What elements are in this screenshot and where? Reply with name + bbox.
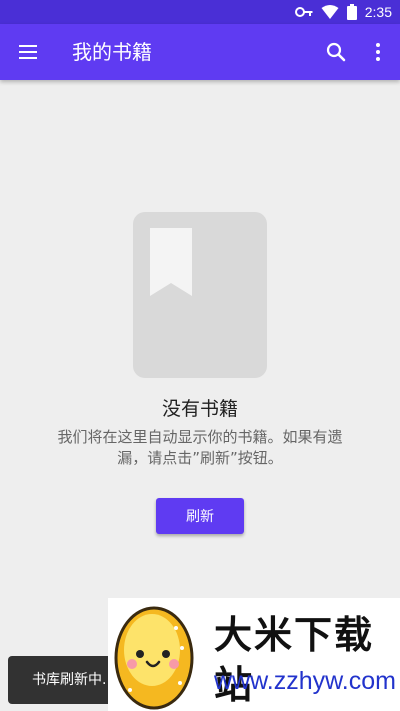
empty-state-title: 没有书籍	[161, 398, 238, 420]
battery-icon	[346, 4, 357, 20]
mascot-logo-icon	[114, 606, 194, 710]
empty-state-description: 我们将在这里自动显示你的书籍。如果有遗漏，请点击”刷新”按钮。	[57, 428, 343, 467]
search-button[interactable]	[324, 40, 348, 64]
menu-icon	[19, 45, 37, 59]
page-title: 我的书籍	[72, 40, 152, 64]
key-icon	[294, 7, 313, 17]
status-time: 2:35	[364, 4, 392, 20]
watermark-url: www.zzhyw.com	[214, 667, 396, 695]
watermark: 大米下载站 www.zzhyw.com	[108, 598, 400, 711]
refresh-button[interactable]: 刷新	[156, 498, 244, 534]
search-icon	[326, 42, 346, 62]
more-vert-icon	[376, 43, 380, 61]
book-placeholder-icon	[133, 212, 267, 378]
menu-button[interactable]	[16, 40, 40, 64]
more-options-button[interactable]	[366, 40, 390, 64]
app-bar: 我的书籍	[0, 24, 400, 80]
wifi-icon	[321, 5, 339, 19]
status-bar: 2:35	[0, 0, 400, 24]
